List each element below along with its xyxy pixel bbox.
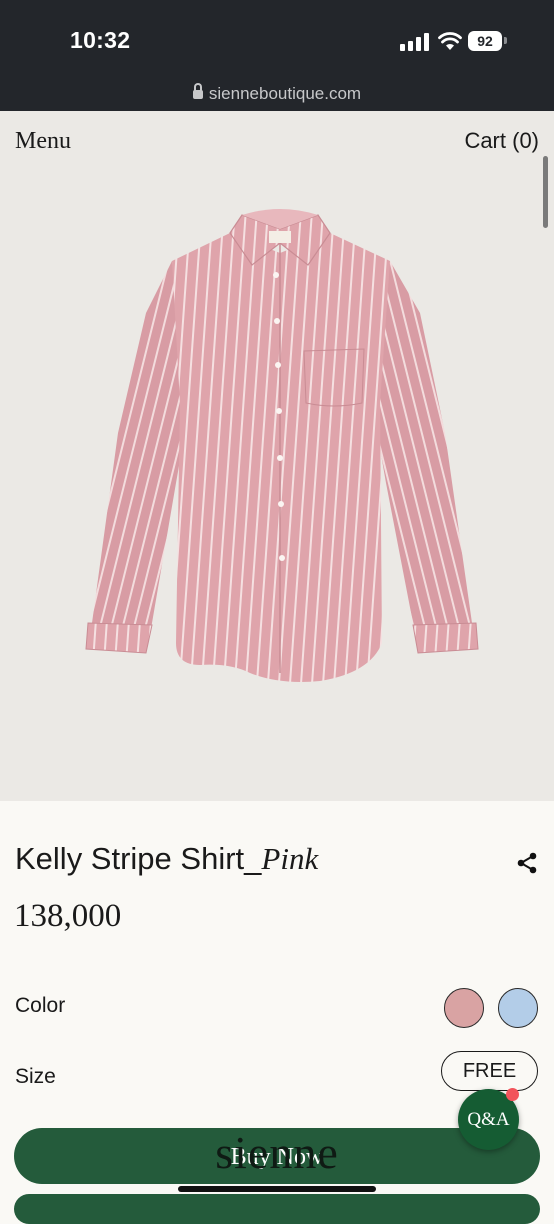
home-indicator[interactable] — [178, 1186, 376, 1192]
url-text: sienneboutique.com — [208, 84, 362, 103]
lock-icon — [192, 83, 203, 99]
product-variant: Pink — [261, 841, 319, 876]
address-bar[interactable]: sienneboutique.com — [0, 83, 554, 104]
color-swatch-blue[interactable] — [498, 988, 538, 1028]
wifi-icon — [438, 32, 462, 50]
size-label: Size — [15, 1065, 56, 1088]
battery-tip — [504, 37, 507, 44]
product-title: Kelly Stripe Shirt_Pink — [15, 841, 318, 877]
pink-striped-shirt-image — [85, 209, 479, 682]
cart-link[interactable]: Cart (0) — [464, 128, 539, 154]
battery-indicator: 92 — [468, 31, 502, 51]
color-label: Color — [15, 994, 66, 1017]
menu-link[interactable]: Menu — [15, 128, 71, 155]
size-option-free[interactable]: FREE — [441, 1051, 538, 1091]
notification-dot — [506, 1088, 519, 1101]
clock: 10:32 — [70, 27, 131, 53]
secondary-button[interactable] — [14, 1194, 540, 1224]
share-icon[interactable] — [515, 851, 539, 875]
color-swatch-pink[interactable] — [444, 988, 484, 1028]
cellular-signal-icon — [400, 33, 430, 51]
product-image-area: Menu Cart (0) — [0, 111, 554, 801]
product-name: Kelly Stripe Shirt_ — [15, 841, 262, 876]
scrollbar[interactable] — [543, 156, 548, 228]
buy-now-button[interactable]: Buy Now — [14, 1128, 540, 1184]
product-price: 138,000 — [14, 898, 122, 934]
status-and-address-bar: 10:32 92 sienneboutique.com — [0, 0, 554, 111]
